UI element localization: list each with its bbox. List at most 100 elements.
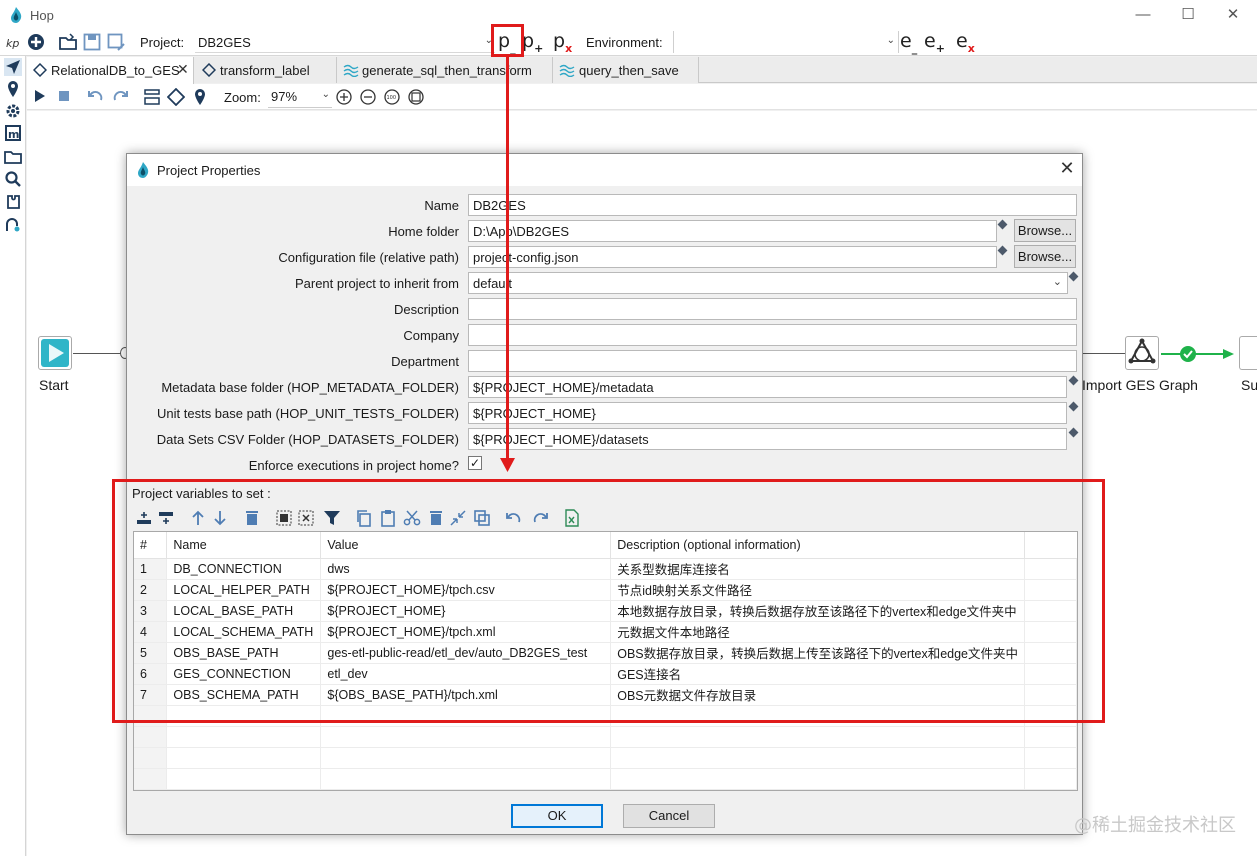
dialog-title: Project Properties xyxy=(157,163,261,178)
metadata-icon[interactable]: m xyxy=(4,124,22,142)
svg-text:m: m xyxy=(8,128,19,141)
department-input[interactable] xyxy=(468,350,1077,372)
configuration-gear-icon[interactable] xyxy=(4,102,22,120)
next-action[interactable] xyxy=(1239,336,1257,370)
ok-button[interactable]: OK xyxy=(511,804,603,828)
start-action[interactable] xyxy=(38,336,72,370)
name-input[interactable]: DB2GES xyxy=(468,194,1077,216)
explorer-folder-icon[interactable] xyxy=(4,148,22,166)
import-ges-graph-label: Import GES Graph xyxy=(1082,377,1198,393)
metadata-folder-input[interactable]: ${PROJECT_HOME}/metadata xyxy=(468,376,1067,398)
delete-environment-button[interactable]: ex xyxy=(956,30,975,55)
description-label: Description xyxy=(393,302,459,317)
chevron-down-icon: ⌄ xyxy=(886,35,895,46)
datasets-folder-label: Data Sets CSV Folder (HOP_DATASETS_FOLDE… xyxy=(156,432,459,447)
zoom-100-icon[interactable]: 100 xyxy=(383,88,401,106)
close-window-button[interactable]: ✕ xyxy=(1220,4,1246,26)
tab-label: transform_label xyxy=(220,63,310,78)
annotation-highlight-edit-project xyxy=(491,24,524,57)
annotation-highlight-variables xyxy=(112,479,1105,723)
next-action-label: Su xyxy=(1241,377,1257,393)
hop-line xyxy=(1079,353,1125,354)
redo-icon[interactable] xyxy=(111,88,129,104)
project-select[interactable]: DB2GES ⌄ xyxy=(195,31,495,53)
variable-indicator-icon xyxy=(1068,401,1079,412)
new-icon[interactable] xyxy=(26,32,46,52)
workflow-icon xyxy=(559,64,575,77)
add-environment-button[interactable]: e+ xyxy=(924,30,945,55)
tab-label: query_then_save xyxy=(579,63,679,78)
environment-select[interactable]: ⌄ xyxy=(673,31,899,53)
empty-table-row[interactable] xyxy=(134,747,1077,769)
minimize-button[interactable]: — xyxy=(1130,4,1156,26)
datasets-folder-input[interactable]: ${PROJECT_HOME}/datasets xyxy=(468,428,1067,450)
variable-indicator-icon xyxy=(1068,375,1079,386)
unit-tests-folder-label: Unit tests base path (HOP_UNIT_TESTS_FOL… xyxy=(157,406,459,421)
enforce-checkbox[interactable]: ✓ xyxy=(468,456,482,470)
align-icon[interactable] xyxy=(143,88,161,106)
search-icon[interactable] xyxy=(4,170,22,188)
save-as-icon[interactable] xyxy=(106,32,126,52)
tab-generate-sql-then-transform[interactable]: generate_sql_then_transform xyxy=(337,57,553,83)
company-input[interactable] xyxy=(468,324,1077,346)
svg-text:100: 100 xyxy=(387,95,397,101)
zoom-select[interactable]: 97% ⌄ xyxy=(268,86,332,108)
empty-table-row[interactable] xyxy=(134,726,1077,748)
variable-indicator-icon xyxy=(1068,427,1079,438)
description-input[interactable] xyxy=(468,298,1077,320)
tab-query-then-save[interactable]: query_then_save xyxy=(553,57,699,83)
window-title: Hop xyxy=(30,8,54,23)
arrow-head-icon xyxy=(1223,349,1234,359)
tab-relationaldb-to-ges[interactable]: RelationalDB_to_GES ✕ xyxy=(27,57,194,84)
data-orchestration-icon[interactable] xyxy=(4,58,22,76)
close-tab-icon[interactable]: ✕ xyxy=(177,61,189,78)
config-file-label: Configuration file (relative path) xyxy=(278,250,459,265)
tab-label: RelationalDB_to_GES xyxy=(51,63,180,78)
project-select-value: DB2GES xyxy=(198,35,251,50)
pipeline-icon xyxy=(33,63,47,77)
dialog-titlebar: Project Properties ✕ xyxy=(127,154,1082,186)
open-file-icon[interactable] xyxy=(58,32,78,52)
project-label: Project: xyxy=(140,35,185,50)
delete-project-button[interactable]: px xyxy=(553,30,572,55)
location-pin-icon[interactable] xyxy=(193,88,207,106)
watermark: @稀土掘金技术社区 xyxy=(1074,815,1236,836)
plugins-icon[interactable] xyxy=(4,193,22,211)
svg-text:kp: kp xyxy=(6,37,19,50)
transform-diamond-icon[interactable] xyxy=(167,88,185,106)
save-icon[interactable] xyxy=(82,32,102,52)
browse-home-folder-button[interactable]: Browse... xyxy=(1014,219,1076,242)
undo-icon[interactable] xyxy=(87,88,105,104)
home-folder-input[interactable]: D:\App\DB2GES xyxy=(468,220,997,242)
success-check-icon xyxy=(1180,346,1196,362)
cancel-button[interactable]: Cancel xyxy=(623,804,715,828)
graph-icon xyxy=(1128,338,1156,364)
git-icon[interactable] xyxy=(4,216,22,234)
parent-project-label: Parent project to inherit from xyxy=(294,276,459,291)
add-project-button[interactable]: p+ xyxy=(522,30,543,55)
zoom-in-icon[interactable] xyxy=(335,88,353,106)
unit-tests-folder-input[interactable]: ${PROJECT_HOME} xyxy=(468,402,1067,424)
workflow-icon xyxy=(343,64,359,77)
variable-indicator-icon xyxy=(997,219,1008,230)
execution-location-icon[interactable] xyxy=(4,80,22,98)
dialog-close-button[interactable]: ✕ xyxy=(1055,158,1079,179)
config-file-input[interactable]: project-config.json xyxy=(468,246,997,268)
edit-environment-button[interactable]: e_ xyxy=(900,30,917,55)
browse-config-file-button[interactable]: Browse... xyxy=(1014,245,1076,268)
zoom-out-icon[interactable] xyxy=(359,88,377,106)
zoom-label: Zoom: xyxy=(224,90,261,105)
empty-table-row[interactable] xyxy=(134,768,1077,790)
variable-indicator-icon xyxy=(997,245,1008,256)
file-tabs: RelationalDB_to_GES ✕ transform_label ge… xyxy=(27,57,1257,84)
parent-project-select[interactable]: default ⌄ xyxy=(468,272,1068,294)
stop-icon[interactable] xyxy=(57,89,71,103)
import-ges-graph-transform[interactable] xyxy=(1125,336,1159,370)
run-icon[interactable] xyxy=(33,88,47,104)
tab-transform-label[interactable]: transform_label xyxy=(194,57,337,83)
name-label: Name xyxy=(424,198,459,213)
zoom-fit-icon[interactable] xyxy=(407,88,425,106)
hop-gui-icon[interactable]: kp xyxy=(4,32,24,52)
maximize-button[interactable]: ☐ xyxy=(1175,4,1201,26)
home-folder-label: Home folder xyxy=(388,224,459,239)
